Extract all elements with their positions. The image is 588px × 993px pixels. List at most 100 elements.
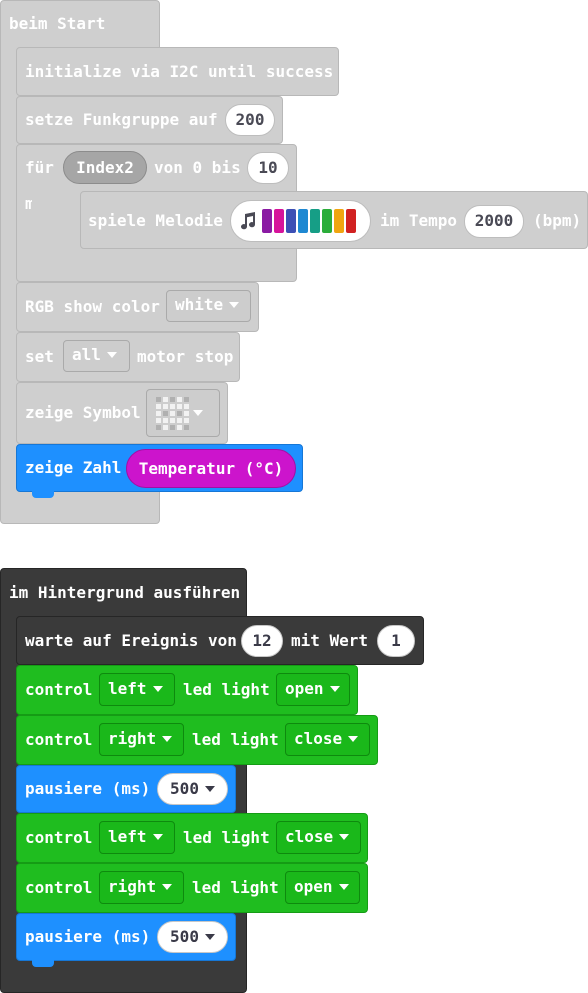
led-cell: [156, 397, 161, 402]
control-label: control: [25, 680, 93, 699]
side-value: left: [108, 679, 147, 698]
action-dropdown[interactable]: close: [285, 723, 370, 756]
led-cell: [156, 418, 161, 423]
music-note-icon: [238, 211, 258, 231]
led-cell: [184, 411, 189, 416]
led-cell: [170, 418, 175, 423]
play-melody-label: spiele Melodie: [88, 211, 223, 230]
action-dropdown[interactable]: close: [276, 821, 361, 854]
led-cell: [184, 425, 189, 430]
led-light-label: led light: [183, 680, 270, 699]
led-cell: [156, 425, 161, 430]
side-dropdown[interactable]: right: [99, 871, 184, 904]
side-dropdown[interactable]: left: [99, 821, 175, 854]
for-to-input[interactable]: 10: [247, 152, 289, 184]
chevron-down-icon: [338, 884, 349, 890]
chevron-down-icon: [193, 410, 203, 416]
melody-note-bar: [334, 209, 344, 233]
melody-note-bar: [262, 209, 272, 233]
chevron-down-icon: [152, 686, 163, 692]
show-number-label: zeige Zahl: [25, 458, 122, 477]
chevron-down-icon: [204, 934, 215, 940]
event-source-input[interactable]: 12: [241, 625, 283, 657]
melody-note-bar: [310, 209, 320, 233]
action-dropdown[interactable]: open: [276, 673, 350, 706]
chevron-down-icon: [348, 736, 359, 742]
for-label: für: [25, 158, 54, 177]
pause-ms-value: 500: [170, 779, 199, 798]
for-variable-pill[interactable]: Index2: [63, 151, 147, 184]
wait-for-event-label: warte auf Ereignis von: [25, 631, 237, 650]
tempo-label: im Tempo: [380, 211, 458, 230]
chevron-down-icon: [329, 686, 340, 692]
pause-notch: [32, 960, 54, 967]
chevron-down-icon: [204, 786, 215, 792]
led-light-label: led light: [192, 730, 279, 749]
radio-group-input[interactable]: 200: [225, 104, 275, 136]
led-cell: [163, 425, 168, 430]
on-start-label: beim Start: [9, 14, 106, 33]
led-light-label: led light: [183, 828, 270, 847]
led-cell: [170, 397, 175, 402]
led-cell: [184, 404, 189, 409]
run-in-background-label: im Hintergrund ausführen: [9, 583, 241, 602]
melody-field[interactable]: [230, 200, 371, 242]
control-label: control: [25, 730, 93, 749]
rgb-color-value: white: [175, 295, 224, 314]
action-value: close: [294, 729, 343, 748]
for-loop-mouth: [32, 190, 80, 250]
led-cell: [170, 411, 175, 416]
for-from-label: von 0 bis: [154, 158, 241, 177]
melody-note-bar: [322, 209, 332, 233]
action-value: close: [285, 827, 334, 846]
led-cell: [170, 425, 175, 430]
side-dropdown[interactable]: right: [99, 723, 184, 756]
chevron-down-icon: [229, 302, 240, 308]
control-label: control: [25, 828, 93, 847]
led-cell: [177, 404, 182, 409]
for-variable-label: Index2: [76, 158, 134, 177]
pause-ms-dropdown[interactable]: 500: [157, 921, 228, 953]
led-light-label: led light: [192, 878, 279, 897]
show-icon-label: zeige Symbol: [25, 403, 141, 422]
led-cell: [177, 411, 182, 416]
led-cell: [177, 397, 182, 402]
event-value-label: mit Wert: [291, 631, 369, 650]
chevron-down-icon: [106, 352, 117, 358]
rgb-color-dropdown[interactable]: white: [166, 290, 251, 322]
led-cell: [163, 397, 168, 402]
tempo-input[interactable]: 2000: [464, 205, 524, 238]
chevron-down-icon: [152, 834, 163, 840]
pause-label: pausiere (ms): [25, 927, 151, 946]
melody-note-bar: [286, 209, 296, 233]
side-value: left: [108, 827, 147, 846]
icon-dropdown[interactable]: [146, 389, 220, 437]
led-cell: [163, 404, 168, 409]
led-cell: [184, 397, 189, 402]
chevron-down-icon: [339, 834, 350, 840]
event-value-input[interactable]: 1: [377, 625, 415, 657]
melody-note-bar: [274, 209, 284, 233]
led-cell: [177, 418, 182, 423]
led-cell: [184, 418, 189, 423]
melody-note-bar: [298, 209, 308, 233]
pause-ms-dropdown[interactable]: 500: [157, 773, 228, 805]
show-number-notch: [32, 491, 54, 498]
pause-label: pausiere (ms): [25, 779, 151, 798]
side-value: right: [108, 729, 157, 748]
led-cell: [170, 404, 175, 409]
bpm-label: (bpm): [533, 211, 582, 230]
led-cell: [163, 411, 168, 416]
motor-dropdown[interactable]: all: [63, 340, 130, 372]
side-dropdown[interactable]: left: [99, 673, 175, 706]
temperature-reporter[interactable]: Temperatur (°C): [126, 449, 296, 488]
motor-stop-label: motor stop: [137, 347, 234, 366]
chevron-down-icon: [162, 884, 173, 890]
led-grid-icon: [156, 397, 189, 430]
radio-group-label: setze Funkgruppe auf: [25, 110, 218, 129]
action-value: open: [285, 679, 324, 698]
led-cell: [177, 425, 182, 430]
pause-ms-value: 500: [170, 927, 199, 946]
action-dropdown[interactable]: open: [285, 871, 360, 904]
motor-value: all: [72, 345, 101, 364]
